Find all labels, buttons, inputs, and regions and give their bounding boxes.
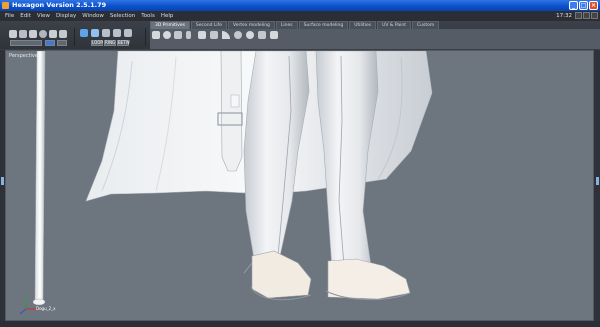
tab-3d-primitives[interactable]: 3D Primitives — [150, 21, 190, 29]
tab-second-life[interactable]: Second Life — [190, 21, 228, 29]
texture-cube-icon[interactable] — [124, 29, 132, 37]
menu-window[interactable]: Window — [79, 13, 107, 19]
wire-cube-icon[interactable] — [102, 29, 110, 37]
hemisphere-icon[interactable] — [246, 31, 254, 39]
menu-close-icon[interactable] — [591, 12, 598, 19]
loop-button[interactable]: LOOP — [91, 40, 103, 46]
tab-lines[interactable]: Lines — [275, 21, 298, 29]
menu-file[interactable]: File — [2, 13, 17, 19]
toolbar-separator — [74, 28, 75, 46]
tube-icon[interactable] — [186, 31, 191, 39]
close-button[interactable]: × — [589, 1, 598, 10]
belt-strap — [220, 51, 243, 172]
mode-field[interactable] — [57, 40, 67, 46]
view-cube-icon[interactable] — [91, 29, 99, 37]
cylinder-icon[interactable] — [174, 31, 182, 39]
left-panel-handle[interactable] — [1, 177, 4, 185]
spiral-icon[interactable] — [270, 31, 278, 39]
clock: 17:32 — [556, 13, 572, 19]
plane-icon[interactable] — [210, 31, 218, 39]
left-shoe — [251, 250, 312, 299]
toolbar-separator — [145, 28, 146, 46]
sphere-icon[interactable] — [163, 31, 171, 39]
camera-icon[interactable] — [80, 29, 88, 37]
menu-selection[interactable]: Selection — [107, 13, 138, 19]
select-icon[interactable] — [9, 30, 17, 38]
staff-pole — [34, 51, 46, 302]
scale-icon[interactable] — [49, 30, 57, 38]
move-icon[interactable] — [29, 30, 37, 38]
scene-render — [19, 51, 433, 315]
viewport-3d[interactable]: Perspective — [5, 50, 594, 321]
tab-surface-modeling[interactable]: Surface modeling — [298, 21, 349, 29]
window-controls: _ □ × — [569, 1, 598, 10]
status-bar — [0, 321, 600, 327]
menu-restore-icon[interactable] — [583, 12, 590, 19]
maximize-button[interactable]: □ — [579, 1, 588, 10]
minimize-button[interactable]: _ — [569, 1, 578, 10]
mode-dropdown[interactable] — [10, 40, 42, 46]
cone-icon[interactable] — [198, 31, 206, 39]
tab-utilities[interactable]: Utilities — [349, 21, 377, 29]
ring-button[interactable]: RING — [104, 40, 116, 46]
right-panel-handle[interactable] — [596, 177, 599, 185]
right-panel[interactable] — [594, 50, 600, 321]
lock-icon[interactable] — [59, 30, 67, 38]
shaded-cube-icon[interactable] — [113, 29, 121, 37]
menu-view[interactable]: View — [34, 13, 53, 19]
mode-toggle[interactable] — [45, 40, 55, 46]
window-title: Hexagon Version 2.5.1.79 — [12, 1, 107, 9]
between-button[interactable]: BETW — [117, 40, 130, 46]
tab-vertex-modeling[interactable]: Vertex modeling — [228, 21, 275, 29]
menu-minimize-icon[interactable] — [575, 12, 582, 19]
brush-icon[interactable] — [19, 30, 27, 38]
disc-icon[interactable] — [258, 31, 266, 39]
rotate-icon[interactable] — [39, 30, 47, 38]
menu-display[interactable]: Display — [53, 13, 79, 19]
cube-icon[interactable] — [152, 31, 160, 39]
torus-icon[interactable] — [234, 31, 242, 39]
menu-tools[interactable]: Tools — [138, 13, 158, 19]
tab-uv-paint[interactable]: UV & Paint — [377, 21, 412, 29]
tab-bar: 3D Primitives Second Life Vertex modelin… — [150, 21, 440, 29]
object-name-label: Dogu_2_x — [36, 306, 56, 311]
title-bar: Hexagon Version 2.5.1.79 _ □ × — [0, 0, 600, 11]
menu-edit[interactable]: Edit — [17, 13, 34, 19]
menu-bar: File Edit View Display Window Selection … — [0, 11, 600, 21]
right-shoe — [327, 258, 411, 300]
viewport-label[interactable]: Perspective — [9, 53, 38, 59]
app-icon — [2, 2, 9, 9]
tab-custom[interactable]: Custom — [412, 21, 440, 29]
menu-help[interactable]: Help — [158, 13, 177, 19]
